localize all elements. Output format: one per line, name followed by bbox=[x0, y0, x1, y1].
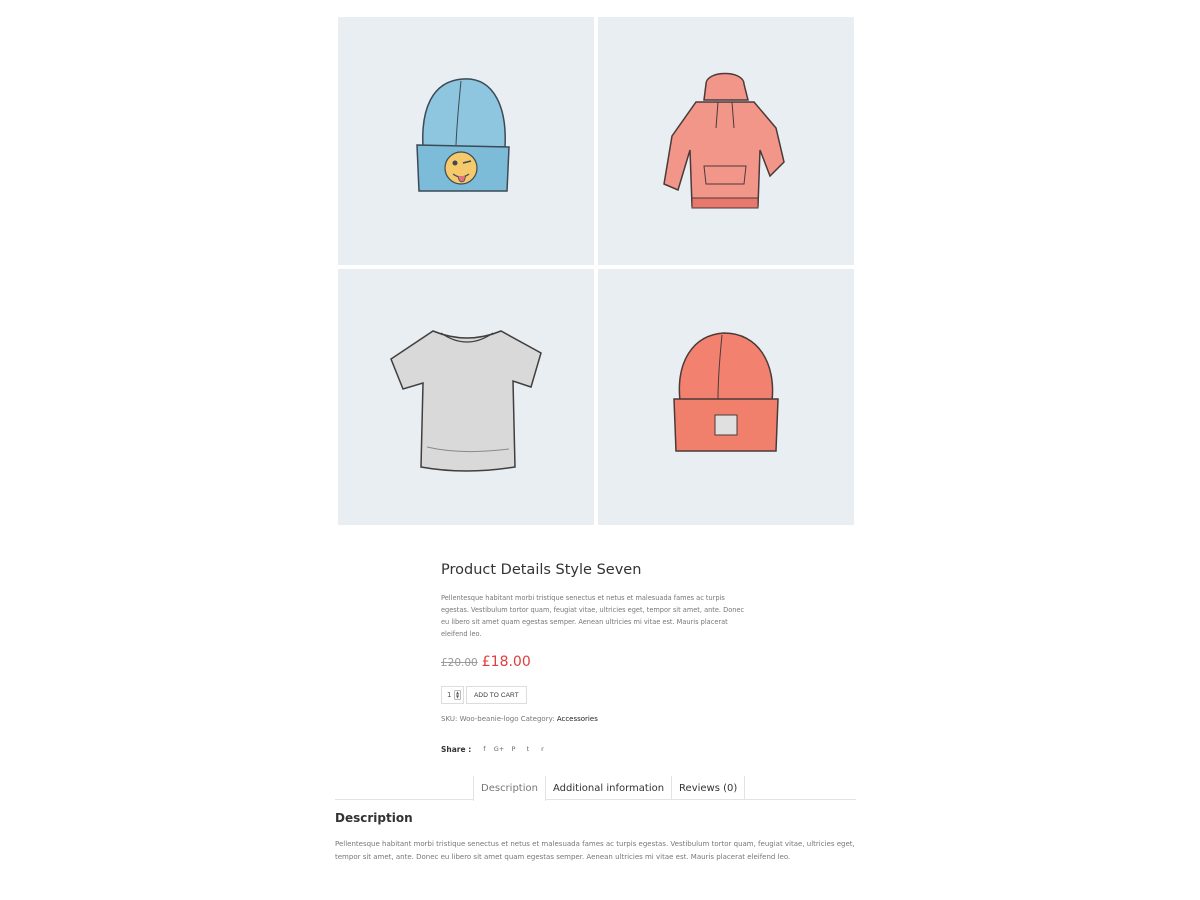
tshirt-icon bbox=[390, 330, 542, 472]
quantity-value[interactable]: 1 bbox=[447, 691, 451, 699]
product-short-description: Pellentesque habitant morbi tristique se… bbox=[441, 594, 745, 639]
description-body: Pellentesque habitant morbi tristique se… bbox=[335, 840, 855, 861]
product-meta: SKU: Woo-beanie-logo Category: Accessori… bbox=[441, 715, 598, 723]
pinterest-icon[interactable]: P bbox=[506, 744, 521, 754]
hoodie-icon bbox=[663, 72, 785, 209]
facebook-icon[interactable]: f bbox=[477, 744, 492, 754]
sku-value: Woo-beanie-logo bbox=[459, 715, 519, 723]
gallery-image-blue-beanie[interactable] bbox=[338, 17, 594, 265]
tab-reviews[interactable]: Reviews (0) bbox=[672, 776, 746, 800]
price-sale: £18.00 bbox=[481, 654, 531, 670]
sku-label: SKU: bbox=[441, 715, 458, 723]
quantity-stepper[interactable]: 1 ▲ ▼ bbox=[441, 686, 464, 704]
product-summary: Product Details Style Seven Pellentesque… bbox=[441, 560, 751, 640]
chevron-down-icon[interactable]: ▼ bbox=[455, 695, 460, 699]
product-price: £20.00 £18.00 bbox=[441, 654, 531, 670]
quantity-spinner[interactable]: ▲ ▼ bbox=[454, 690, 461, 700]
share-bar: Share : f G+ P t r bbox=[441, 744, 550, 754]
gallery-image-hoodie[interactable] bbox=[598, 17, 854, 265]
category-link[interactable]: Accessories bbox=[557, 715, 598, 723]
blue-beanie-icon bbox=[416, 78, 510, 192]
add-to-cart-form: 1 ▲ ▼ ADD TO CART bbox=[441, 686, 527, 704]
product-tabs: Description Additional information Revie… bbox=[473, 776, 746, 801]
google-plus-icon[interactable]: G+ bbox=[492, 744, 507, 754]
tab-description[interactable]: Description bbox=[473, 776, 546, 801]
product-gallery bbox=[338, 17, 854, 525]
gallery-image-tshirt[interactable] bbox=[338, 269, 594, 525]
category-label: Category: bbox=[520, 715, 555, 723]
reddit-icon[interactable]: r bbox=[535, 744, 550, 754]
gallery-image-coral-beanie[interactable] bbox=[598, 269, 854, 525]
twitter-icon[interactable]: t bbox=[521, 744, 536, 754]
add-to-cart-button[interactable]: ADD TO CART bbox=[466, 686, 527, 704]
description-heading: Description bbox=[335, 811, 413, 825]
product-title: Product Details Style Seven bbox=[441, 562, 642, 578]
tab-additional-information[interactable]: Additional information bbox=[546, 776, 673, 800]
share-label: Share : bbox=[441, 744, 472, 754]
coral-beanie-icon bbox=[673, 332, 779, 452]
price-original: £20.00 bbox=[441, 657, 478, 669]
